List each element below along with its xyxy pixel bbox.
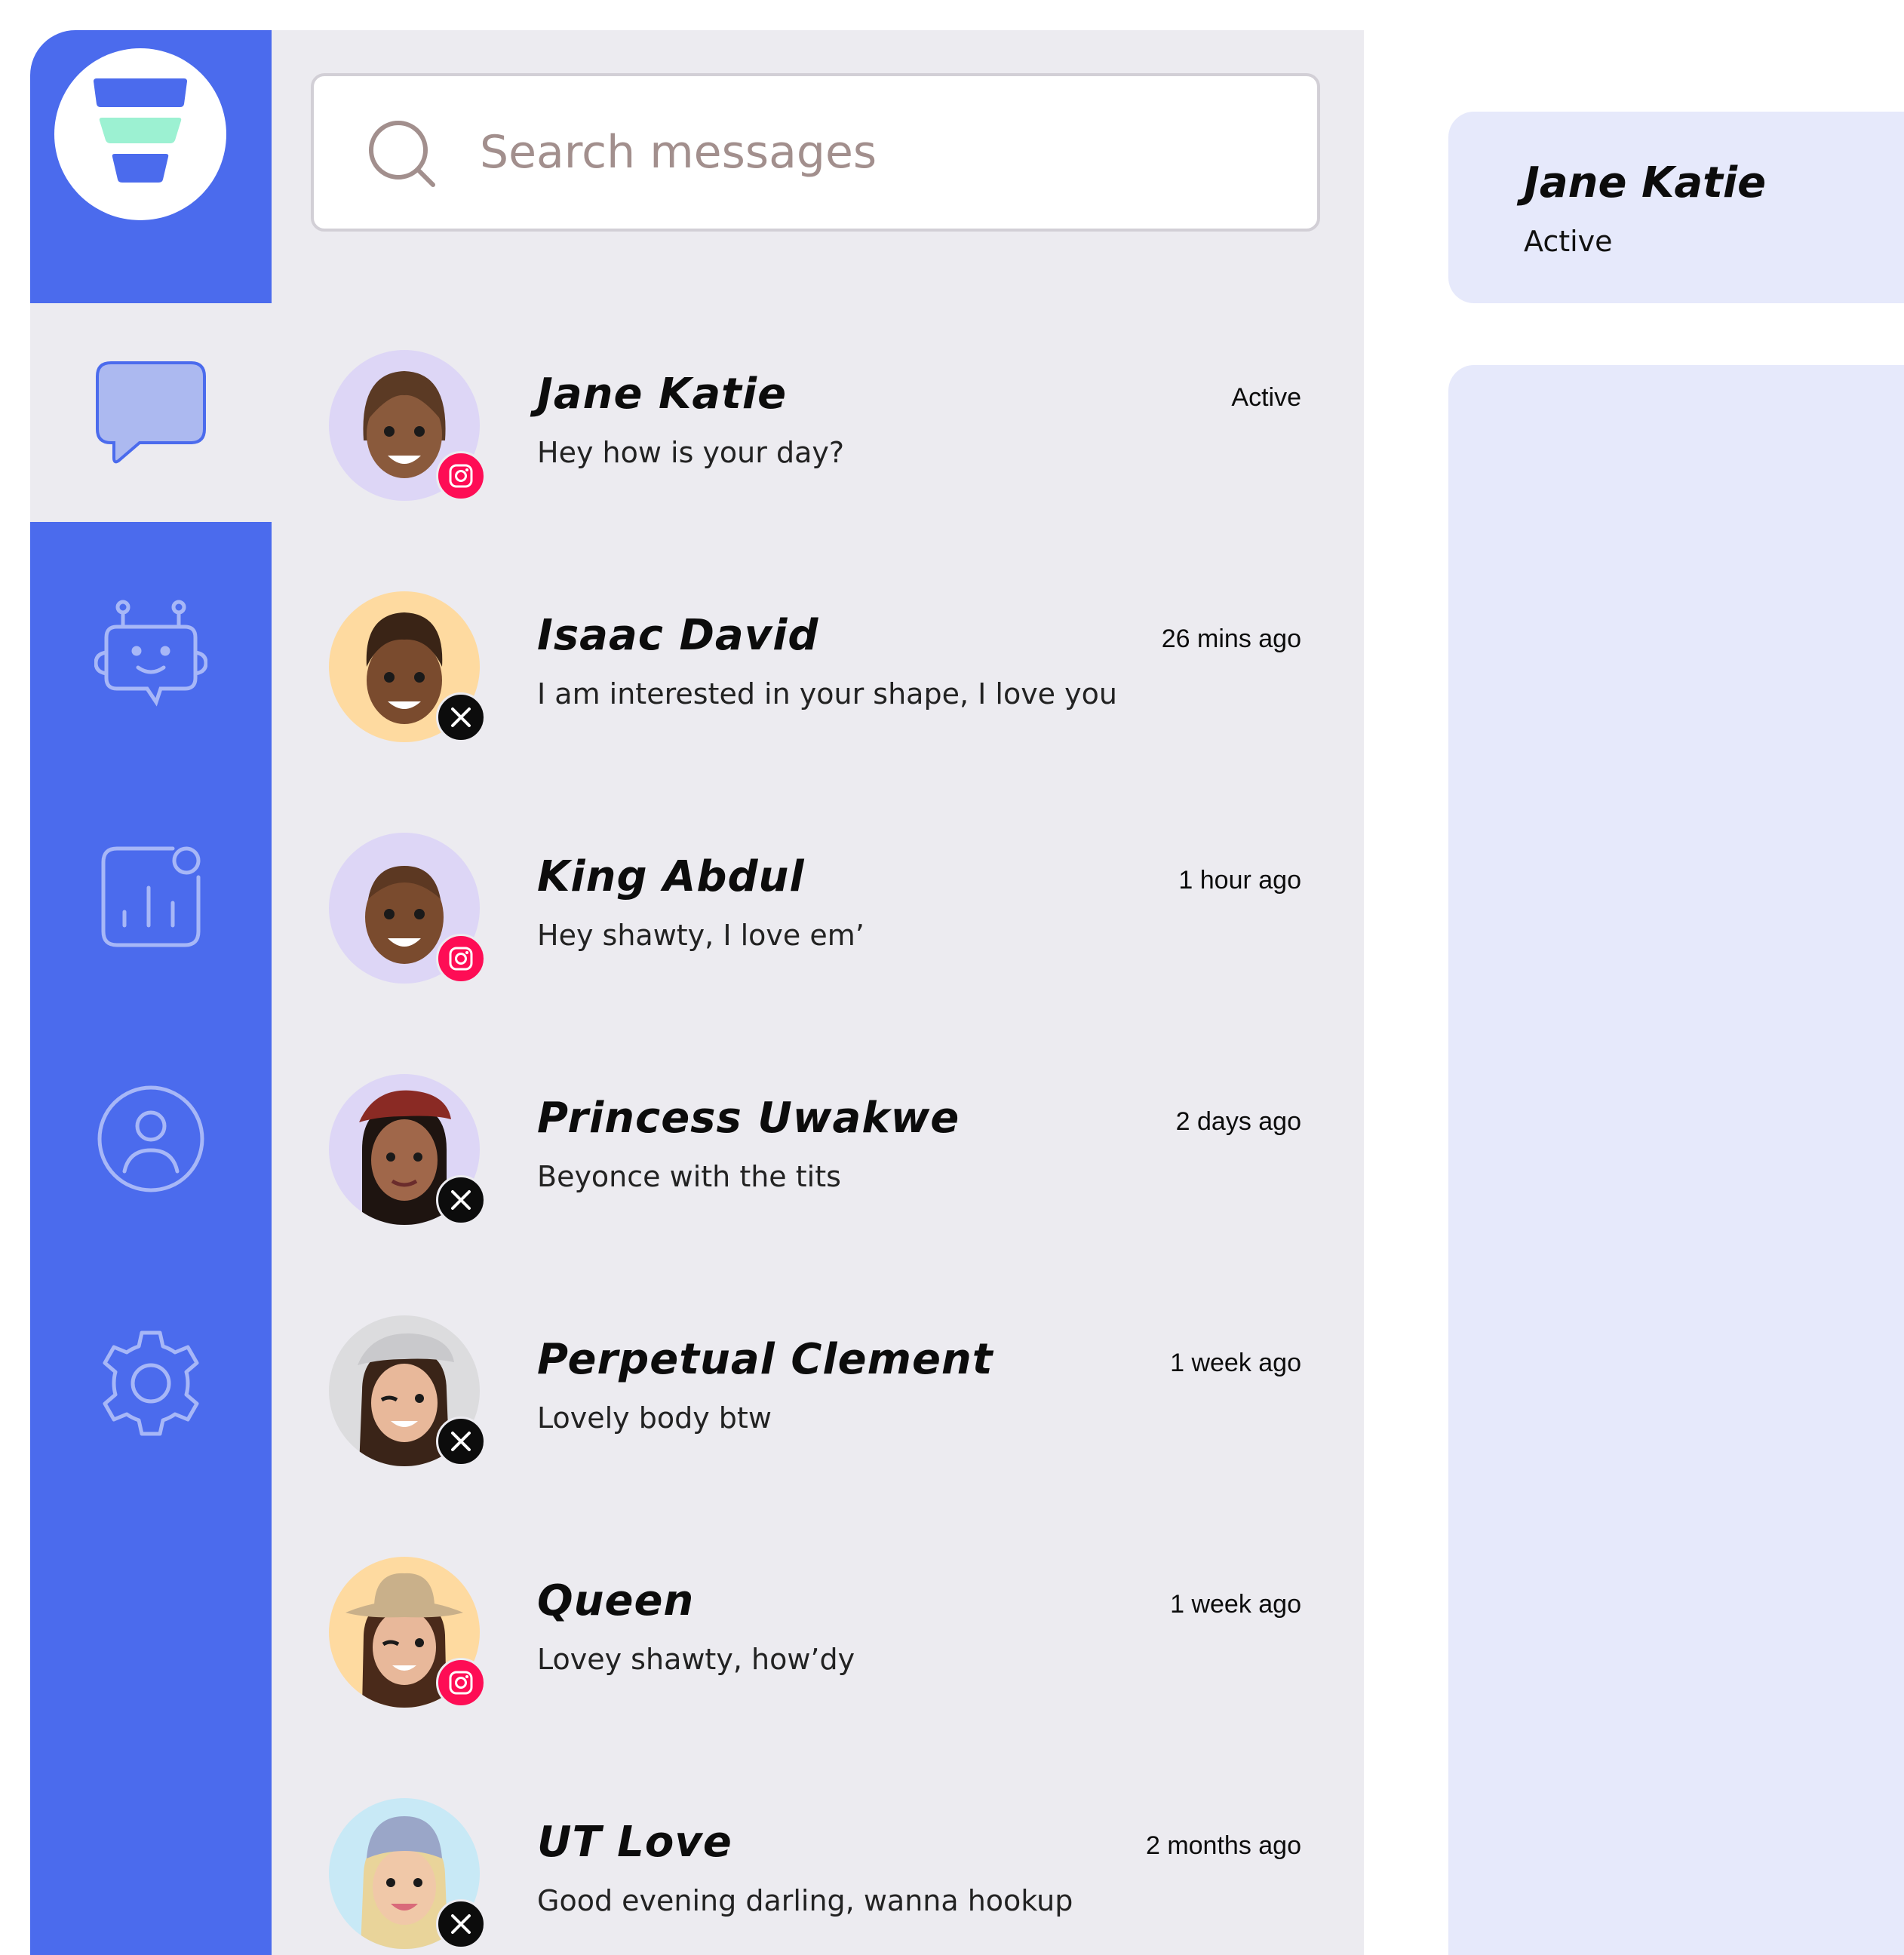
instagram-badge	[436, 934, 486, 984]
search-bar[interactable]	[311, 73, 1320, 232]
x-badge	[436, 1899, 486, 1949]
message-preview: I am interested in your shape, I love yo…	[537, 677, 1117, 710]
chat-contact-name: Jane Katie	[1524, 158, 1767, 207]
x-badge	[436, 1416, 486, 1466]
contact-name: Isaac David	[537, 611, 819, 660]
x-badge	[436, 1175, 486, 1225]
last-seen-time: 2 months ago	[1145, 1831, 1301, 1860]
nav-item-profile[interactable]	[30, 1071, 272, 1207]
x-logo-icon	[451, 1432, 471, 1451]
nav-item-bot[interactable]	[30, 588, 272, 724]
user-profile-icon	[97, 1085, 204, 1192]
contact-name: Queen	[537, 1576, 695, 1625]
x-badge	[436, 692, 486, 742]
message-preview: Lovely body btw	[537, 1401, 772, 1435]
contact-name: UT Love	[537, 1818, 732, 1867]
nav-rail	[30, 30, 272, 1955]
x-logo-icon	[451, 1914, 471, 1934]
contact-name: Jane Katie	[537, 370, 788, 419]
nav-item-settings[interactable]	[30, 1315, 272, 1451]
last-seen-time: 2 days ago	[1175, 1107, 1301, 1136]
contact-name: Perpetual Clement	[537, 1335, 993, 1384]
conversation-row[interactable]: Princess Uwakwe 2 days ago Beyonce with …	[272, 1074, 1364, 1270]
nav-item-messages[interactable]	[30, 303, 272, 522]
conversation-row[interactable]: King Abdul 1 hour ago Hey shawty, I love…	[272, 833, 1364, 1029]
contact-name: Princess Uwakwe	[537, 1094, 960, 1143]
chat-status: Active	[1524, 225, 1613, 258]
last-seen-time: Active	[1231, 383, 1301, 412]
funnel-logo-icon	[94, 78, 187, 183]
chat-body	[1448, 365, 1904, 1955]
gear-icon	[103, 1330, 199, 1436]
message-preview: Lovey shawty, how’dy	[537, 1643, 855, 1676]
x-logo-icon	[451, 1190, 471, 1210]
conversation-row[interactable]: Perpetual Clement 1 week ago Lovely body…	[272, 1315, 1364, 1512]
last-seen-time: 26 mins ago	[1161, 625, 1301, 653]
instagram-badge	[436, 451, 486, 501]
instagram-badge	[436, 1658, 486, 1708]
conversation-row[interactable]: UT Love 2 months ago Good evening darlin…	[272, 1798, 1364, 1955]
logo-area	[30, 30, 272, 303]
analytics-icon	[101, 846, 201, 947]
last-seen-time: 1 week ago	[1170, 1349, 1301, 1377]
contact-name: King Abdul	[537, 852, 805, 901]
conversation-row[interactable]: Queen 1 week ago Lovey shawty, how’dy	[272, 1557, 1364, 1753]
message-preview: Hey shawty, I love em’	[537, 919, 864, 952]
search-icon	[369, 121, 435, 187]
search-input[interactable]	[480, 111, 1272, 194]
conversation-row[interactable]: Isaac David 26 mins ago I am interested …	[272, 591, 1364, 787]
x-logo-icon	[451, 707, 471, 727]
message-preview: Hey how is your day?	[537, 436, 845, 469]
robot-icon	[94, 600, 207, 707]
message-preview: Beyonce with the tits	[537, 1160, 841, 1193]
conversation-row[interactable]: Jane Katie Active Hey how is your day?	[272, 350, 1364, 546]
conversation-list-panel: Jane Katie Active Hey how is your day? I…	[272, 30, 1364, 1955]
last-seen-time: 1 week ago	[1170, 1590, 1301, 1619]
last-seen-time: 1 hour ago	[1178, 866, 1301, 895]
chat-header: Jane Katie Active	[1448, 112, 1904, 303]
chat-bubble-icon	[96, 361, 206, 464]
message-preview: Good evening darling, wanna hookup	[537, 1884, 1073, 1917]
app-logo[interactable]	[54, 48, 226, 220]
instagram-icon	[449, 947, 473, 971]
nav-item-analytics[interactable]	[30, 830, 272, 965]
instagram-icon	[449, 464, 473, 488]
instagram-icon	[449, 1671, 473, 1695]
